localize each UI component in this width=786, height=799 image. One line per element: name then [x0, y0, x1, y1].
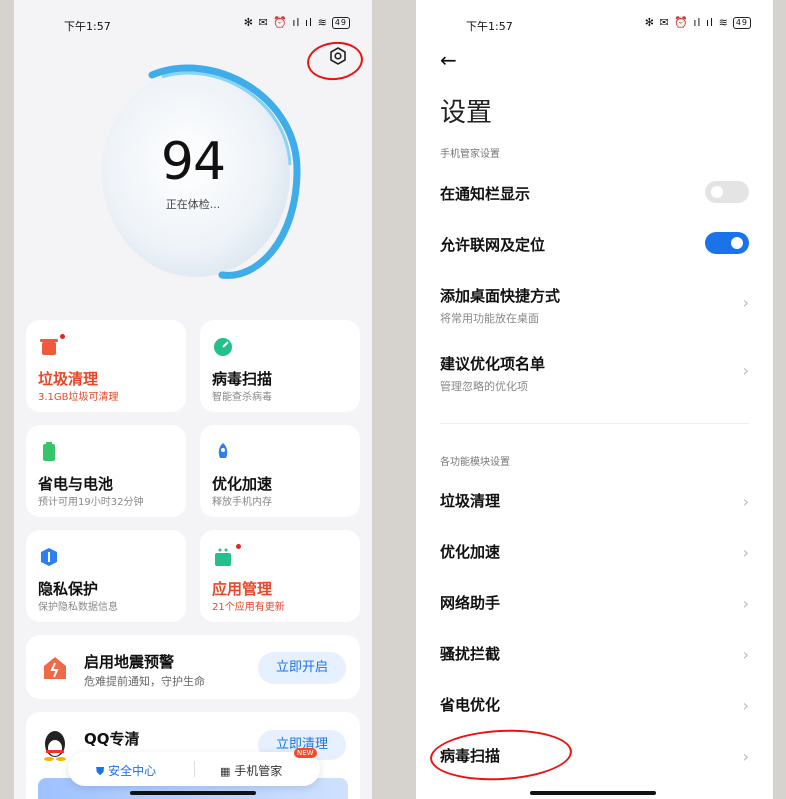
- notification-toggle[interactable]: [705, 181, 749, 203]
- card-battery[interactable]: 省电与电池 预计可用19小时32分钟: [26, 425, 186, 517]
- shield-icon: ⛊: [96, 765, 105, 778]
- chevron-right-icon: ›: [742, 747, 749, 766]
- status-icons-text: ✻ ✉ ⏰ ıl ıl ≋: [644, 16, 729, 29]
- module-row-junk-clean[interactable]: 垃圾清理 ›: [440, 490, 749, 511]
- qq-penguin-icon: [44, 731, 66, 761]
- module-row-speed-up[interactable]: 优化加速 ›: [440, 541, 749, 562]
- tab-security-center[interactable]: ⛊ 安全中心: [96, 762, 156, 779]
- setting-label: 允许联网及定位: [440, 236, 546, 254]
- grid-icon: ▦: [220, 765, 231, 778]
- status-bar: 下午1:57 ✻ ✉ ⏰ ıl ıl ≋ 49: [416, 14, 773, 36]
- card-junk-clean[interactable]: 垃圾清理 3.1GB垃圾可清理: [26, 320, 186, 412]
- section-divider: [440, 423, 749, 424]
- card-title: 垃圾清理: [38, 370, 99, 388]
- earthquake-title: 启用地震预警: [84, 653, 175, 671]
- notification-dot: [60, 334, 65, 339]
- battery-saver-icon: [43, 442, 55, 461]
- settings-screen: 下午1:57 ✻ ✉ ⏰ ıl ıl ≋ 49 ← 设置 手机管家设置 在通知栏…: [416, 0, 773, 799]
- tab-phone-manager[interactable]: ▦ 手机管家: [220, 762, 282, 779]
- card-subtitle: 保护隐私数据信息: [38, 602, 118, 613]
- chevron-right-icon: ›: [742, 293, 749, 312]
- earthquake-icon: [44, 657, 66, 679]
- card-app-manage[interactable]: 应用管理 21个应用有更新: [200, 530, 360, 622]
- setting-row-notification-bar[interactable]: 在通知栏显示: [440, 181, 749, 204]
- chevron-right-icon: ›: [742, 645, 749, 664]
- toggle-knob: [711, 186, 723, 198]
- status-time: 下午1:57: [466, 20, 513, 33]
- setting-label: 添加桌面快捷方式: [440, 287, 561, 305]
- chevron-right-icon: ›: [742, 696, 749, 715]
- trash-icon: [40, 339, 58, 355]
- network-location-toggle[interactable]: [705, 232, 749, 254]
- checking-status: 正在体检...: [165, 198, 221, 211]
- card-privacy[interactable]: 隐私保护 保护隐私数据信息: [26, 530, 186, 622]
- chevron-right-icon: ›: [742, 543, 749, 562]
- setting-subtitle: 将常用功能放在桌面: [440, 312, 539, 325]
- enable-alert-button[interactable]: 立即开启: [258, 652, 346, 684]
- status-icons: ✻ ✉ ⏰ ıl ıl ≋ 49: [645, 16, 751, 29]
- qq-clean-title: QQ专清: [84, 730, 140, 748]
- card-title: 隐私保护: [38, 580, 99, 598]
- chevron-right-icon: ›: [742, 594, 749, 613]
- module-row-network-assistant[interactable]: 网络助手 ›: [440, 592, 749, 613]
- app-manage-icon: [215, 548, 231, 566]
- module-label: 垃圾清理: [440, 492, 501, 510]
- battery-icon: 49: [331, 16, 350, 29]
- card-subtitle: 预计可用19小时32分钟: [38, 497, 144, 508]
- new-badge: NEW: [294, 748, 317, 758]
- section-header: 手机管家设置: [440, 149, 500, 160]
- privacy-shield-icon: [41, 548, 57, 566]
- module-label: 网络助手: [440, 594, 501, 612]
- tab-divider: [194, 761, 195, 777]
- virus-scan-annotation-circle: [428, 726, 574, 784]
- module-label: 优化加速: [440, 543, 501, 561]
- module-row-harassment-block[interactable]: 骚扰拦截 ›: [440, 643, 749, 664]
- home-indicator[interactable]: [530, 791, 656, 795]
- module-label: 省电优化: [440, 696, 501, 714]
- module-row-power-saving[interactable]: 省电优化 ›: [440, 694, 749, 715]
- rocket-icon: [218, 443, 228, 458]
- chevron-right-icon: ›: [742, 361, 749, 380]
- setting-row-desktop-shortcut[interactable]: 添加桌面快捷方式 将常用功能放在桌面 ›: [440, 285, 749, 326]
- battery-icon: 49: [732, 16, 751, 29]
- setting-subtitle: 管理忽略的优化项: [440, 380, 528, 393]
- card-subtitle: 释放手机内存: [212, 497, 272, 508]
- status-icons-text: ✻ ✉ ⏰ ıl ıl ≋: [243, 16, 328, 29]
- setting-row-network-location[interactable]: 允许联网及定位: [440, 232, 749, 255]
- card-speed-up[interactable]: 优化加速 释放手机内存: [200, 425, 360, 517]
- status-icons: ✻ ✉ ⏰ ıl ıl ≋ 49: [244, 16, 350, 29]
- bottom-tab-bar: ⛊ 安全中心 ▦ 手机管家 NEW: [68, 748, 320, 786]
- chevron-right-icon: ›: [742, 492, 749, 511]
- section-header: 各功能模块设置: [440, 457, 510, 468]
- card-title: 省电与电池: [38, 475, 114, 493]
- module-label: 骚扰拦截: [440, 645, 501, 663]
- card-subtitle: 3.1GB垃圾可清理: [38, 392, 119, 403]
- card-title: 应用管理: [212, 580, 273, 598]
- settings-annotation-circle: [305, 39, 365, 83]
- status-time: 下午1:57: [64, 20, 111, 33]
- tab-security-center-label: 安全中心: [108, 764, 157, 778]
- toggle-knob: [731, 237, 743, 249]
- virus-scan-icon: [214, 338, 232, 356]
- security-center-screen: 下午1:57 ✻ ✉ ⏰ ıl ıl ≋ 49 94 正在体检... 垃圾清理 …: [14, 0, 372, 799]
- setting-row-optimization-list[interactable]: 建议优化项名单 管理忽略的优化项 ›: [440, 353, 749, 394]
- notification-dot: [236, 544, 241, 549]
- page-title: 设置: [440, 98, 493, 128]
- back-arrow-icon[interactable]: ←: [440, 48, 457, 72]
- card-virus-scan[interactable]: 病毒扫描 智能查杀病毒: [200, 320, 360, 412]
- setting-label: 建议优化项名单: [440, 355, 546, 373]
- card-subtitle: 21个应用有更新: [212, 602, 285, 613]
- card-subtitle: 智能查杀病毒: [212, 392, 272, 403]
- setting-label: 在通知栏显示: [440, 185, 531, 203]
- card-title: 病毒扫描: [212, 370, 273, 388]
- status-bar: 下午1:57 ✻ ✉ ⏰ ıl ıl ≋ 49: [14, 14, 372, 36]
- tab-phone-manager-label: 手机管家: [234, 764, 283, 778]
- earthquake-alert-card: 启用地震预警 危难提前通知，守护生命 立即开启: [26, 635, 360, 699]
- earthquake-subtitle: 危难提前通知，守护生命: [84, 675, 205, 688]
- home-indicator[interactable]: [130, 791, 256, 795]
- card-title: 优化加速: [212, 475, 273, 493]
- health-score: 94: [160, 132, 226, 192]
